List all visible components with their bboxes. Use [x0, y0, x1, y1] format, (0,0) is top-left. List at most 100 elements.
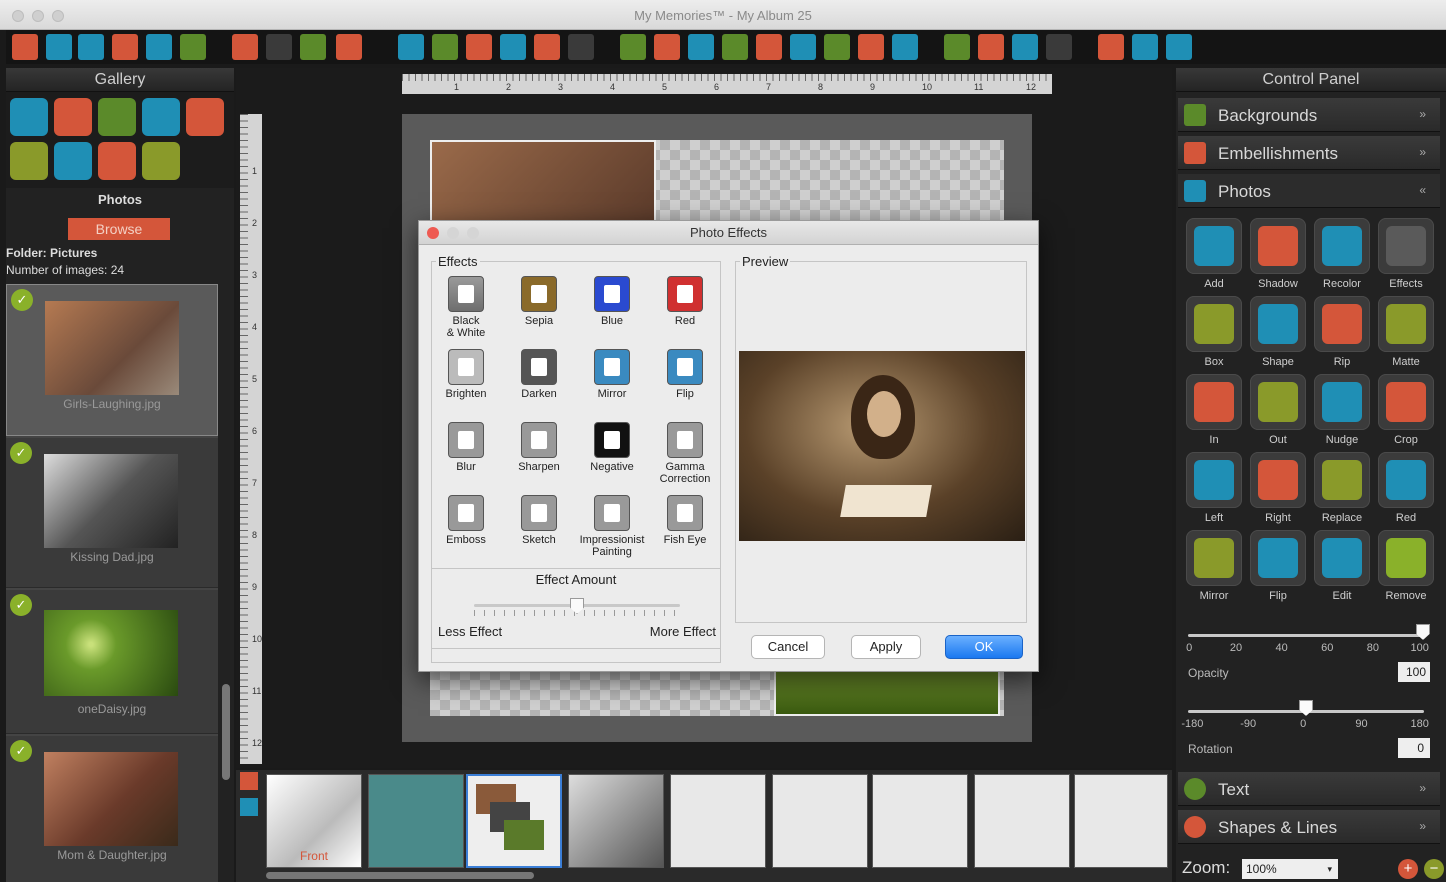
crop-button[interactable]	[1378, 374, 1434, 430]
effects-button[interactable]	[1378, 218, 1434, 274]
effect-option[interactable]: Brighten	[428, 349, 504, 400]
effect-option[interactable]: Emboss	[428, 495, 504, 546]
ok-button[interactable]: OK	[945, 635, 1023, 659]
book-icon[interactable]	[1012, 34, 1038, 60]
opacity-slider[interactable]	[1416, 624, 1430, 640]
photos-section[interactable]: Photos «	[1178, 174, 1440, 208]
shape-button[interactable]	[1250, 296, 1306, 352]
my-memories-logo-icon[interactable]	[12, 34, 38, 60]
shapes-lines-section[interactable]: Shapes & Lines »	[1178, 810, 1440, 844]
edit-button[interactable]	[1314, 530, 1370, 586]
print-shop-icon[interactable]	[398, 34, 424, 60]
text-icon[interactable]	[722, 34, 748, 60]
page-thumbnail[interactable]	[974, 774, 1070, 868]
effect-option[interactable]: Gamma Correction	[647, 422, 723, 485]
effect-option[interactable]: Mirror	[574, 349, 650, 400]
effect-option[interactable]: Negative	[574, 422, 650, 473]
add-button[interactable]	[1186, 218, 1242, 274]
effect-option[interactable]: Blur	[428, 422, 504, 473]
red-button[interactable]	[1378, 452, 1434, 508]
paste-icon[interactable]	[500, 34, 526, 60]
photo-icon[interactable]	[620, 34, 646, 60]
matte-button[interactable]	[1378, 296, 1434, 352]
recolor-button[interactable]	[1314, 218, 1370, 274]
camera-icon[interactable]	[688, 34, 714, 60]
print-icon[interactable]	[1046, 34, 1072, 60]
spread-icon[interactable]	[240, 798, 258, 816]
page-thumbnail[interactable]	[368, 774, 464, 868]
nudge-button[interactable]	[1314, 374, 1370, 430]
effect-option[interactable]: Fish Eye	[647, 495, 723, 546]
zoom-out-icon[interactable]: −	[1424, 859, 1444, 879]
list-item[interactable]: ✓ Mom & Daughter.jpg	[6, 736, 218, 882]
line-icon[interactable]	[892, 34, 918, 60]
zoom-in-icon[interactable]: +	[1398, 859, 1418, 879]
list-item[interactable]: ✓ Kissing Dad.jpg	[6, 438, 218, 588]
import-icon[interactable]	[146, 34, 172, 60]
ribbon-icon[interactable]	[824, 34, 850, 60]
left-button[interactable]	[1186, 452, 1242, 508]
apply-button[interactable]: Apply	[851, 635, 921, 659]
page-icon[interactable]	[232, 34, 258, 60]
word-art-icon[interactable]	[98, 142, 136, 180]
cloud-icon[interactable]	[186, 98, 224, 136]
camera-icon[interactable]	[10, 98, 48, 136]
effect-option[interactable]: Sharpen	[501, 422, 577, 473]
right-button[interactable]	[1250, 452, 1306, 508]
cancel-button[interactable]: Cancel	[751, 635, 825, 659]
frame-icon[interactable]	[142, 98, 180, 136]
save-icon[interactable]	[78, 34, 104, 60]
copy-icon[interactable]	[432, 34, 458, 60]
page-thumbnail[interactable]: Front	[266, 774, 362, 868]
page-thumbnail[interactable]	[568, 774, 664, 868]
mirror-button[interactable]	[1186, 530, 1242, 586]
effect-option[interactable]: Darken	[501, 349, 577, 400]
effect-option[interactable]: Sketch	[501, 495, 577, 546]
page-order-icon[interactable]	[336, 34, 362, 60]
undo-icon[interactable]	[534, 34, 560, 60]
folder-icon[interactable]	[46, 34, 72, 60]
rotation-slider[interactable]	[1299, 700, 1313, 716]
effect-option[interactable]: Black & White	[428, 276, 504, 339]
redo-icon[interactable]	[568, 34, 594, 60]
word-art-icon[interactable]	[858, 34, 884, 60]
badge-icon[interactable]	[10, 142, 48, 180]
close-icon[interactable]	[427, 227, 439, 239]
butterfly-icon[interactable]	[790, 34, 816, 60]
list-item[interactable]: ✓ oneDaisy.jpg	[6, 590, 218, 734]
effect-option[interactable]: Impressionist Painting	[574, 495, 650, 558]
effect-option[interactable]: Sepia	[501, 276, 577, 327]
page-thumbnail[interactable]	[872, 774, 968, 868]
embellishments-section[interactable]: Embellishments »	[1178, 136, 1440, 170]
photo-list[interactable]: ✓ Girls-Laughing.jpg ✓ Kissing Dad.jpg ✓…	[6, 284, 218, 882]
gallery-scrollbar[interactable]	[222, 684, 230, 780]
page-thumbnail[interactable]	[1074, 774, 1168, 868]
shadow-button[interactable]	[1250, 218, 1306, 274]
layout-icon[interactable]	[142, 142, 180, 180]
embellishment-icon[interactable]	[654, 34, 680, 60]
effect-option[interactable]: Flip	[647, 349, 723, 400]
picture-icon[interactable]	[98, 98, 136, 136]
filmstrip-scrollbar[interactable]	[266, 872, 534, 879]
flower-icon[interactable]	[54, 98, 92, 136]
blank-page-icon[interactable]	[266, 34, 292, 60]
effect-option[interactable]: Blue	[574, 276, 650, 327]
placed-photo[interactable]	[430, 140, 656, 230]
help-icon[interactable]	[1132, 34, 1158, 60]
backgrounds-section[interactable]: Backgrounds »	[1178, 98, 1440, 132]
list-item[interactable]: ✓ Girls-Laughing.jpg	[6, 284, 218, 436]
export-icon[interactable]	[180, 34, 206, 60]
text-section[interactable]: Text »	[1178, 772, 1440, 806]
rip-button[interactable]	[1314, 296, 1370, 352]
opacity-value-field[interactable]: 100	[1398, 662, 1430, 682]
in-button[interactable]	[1186, 374, 1242, 430]
browse-button[interactable]: Browse	[68, 218, 170, 240]
page-thumbnail-selected[interactable]	[466, 774, 562, 868]
cloud-icon[interactable]	[1098, 34, 1124, 60]
shape-icon[interactable]	[756, 34, 782, 60]
out-button[interactable]	[1250, 374, 1306, 430]
page-thumbnail[interactable]	[772, 774, 868, 868]
check-icon[interactable]	[944, 34, 970, 60]
zoom-select[interactable]: 100% ▾	[1242, 859, 1338, 879]
page-icon[interactable]	[240, 772, 258, 790]
